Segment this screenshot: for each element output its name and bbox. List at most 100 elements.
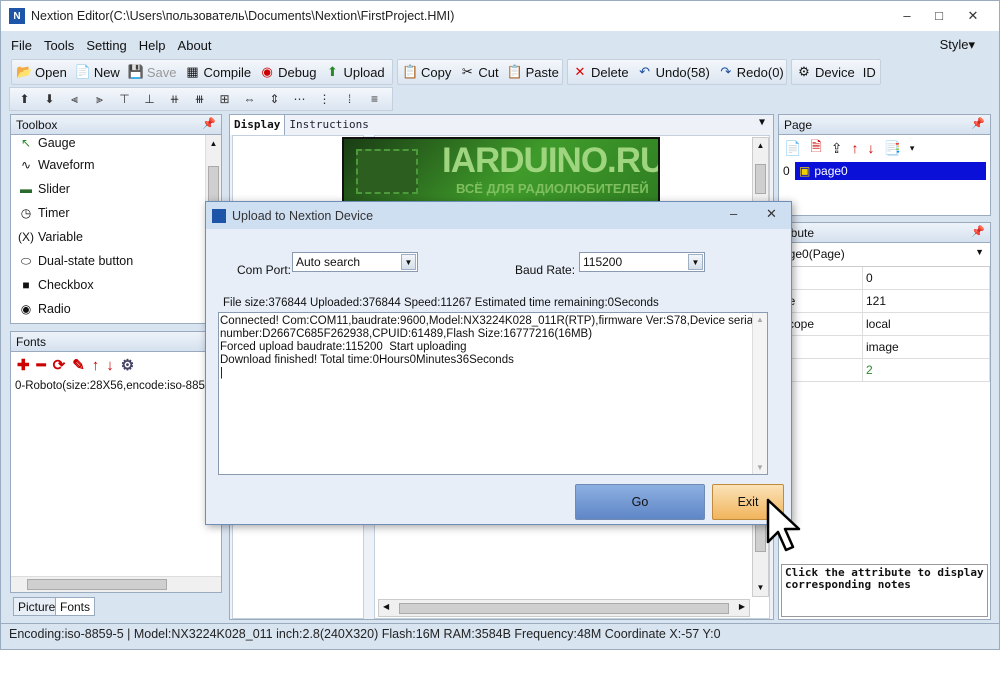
upload-log[interactable]: Connected! Com:COM11,baudrate:9600,Model… <box>218 312 768 475</box>
display-hscrollbar[interactable]: ◀ ▶ <box>378 599 750 617</box>
upload-button[interactable]: ⬆ Upload <box>324 64 385 80</box>
align-center-v-icon[interactable]: ⧻ <box>191 91 208 108</box>
page-list-item[interactable]: 0 ▣ page0 <box>779 161 990 181</box>
title-bar: N Nextion Editor(C:\Users\пользователь\D… <box>1 1 999 31</box>
com-port-label: Com Port: <box>237 263 292 277</box>
open-button[interactable]: 📂 Open <box>16 64 67 80</box>
menu-help[interactable]: Help <box>139 38 166 53</box>
delete-page-icon[interactable]: 🗎 <box>810 136 821 160</box>
undo-button[interactable]: ↶ Undo(58) <box>637 64 710 80</box>
debug-button[interactable]: ◉ Debug <box>259 64 316 80</box>
menu-tools[interactable]: Tools <box>44 38 74 53</box>
attribute-row[interactable]: pe121 <box>779 290 990 313</box>
page-more-icon[interactable]: ▾ <box>910 143 915 154</box>
align-right-icon[interactable]: ⫸ <box>91 91 108 108</box>
v-spacing-icon[interactable]: ⋮ <box>316 91 333 108</box>
attribute-row[interactable]: c2 <box>779 359 990 382</box>
move-up-icon[interactable]: ⬆ <box>16 91 33 108</box>
copy-page-icon[interactable]: 📑 <box>883 140 900 157</box>
redo-button[interactable]: ↷ Redo(0) <box>718 64 783 80</box>
align-bottom-icon[interactable]: ⊥ <box>141 91 158 108</box>
pin-icon[interactable]: 📌 <box>202 117 216 130</box>
insert-page-icon[interactable]: ⇪ <box>831 140 843 157</box>
new-button[interactable]: 📄 New <box>75 64 120 80</box>
attribute-row[interactable]: aimage <box>779 336 990 359</box>
go-button[interactable]: Go <box>575 484 705 520</box>
align-center-h-icon[interactable]: ⧺ <box>166 91 183 108</box>
pin-icon[interactable]: 📌 <box>971 225 985 238</box>
paste-button[interactable]: 📋 Paste <box>507 64 559 80</box>
com-port-select[interactable]: Auto search ▼ <box>292 252 418 272</box>
copy-button[interactable]: 📋 Copy <box>402 64 451 80</box>
h-spacing-icon[interactable]: ⋯ <box>291 91 308 108</box>
edit-font-icon[interactable]: ✎ <box>72 356 85 374</box>
add-font-icon[interactable]: ✚ <box>17 356 30 374</box>
baud-rate-select[interactable]: 115200 ▼ <box>579 252 705 272</box>
tab-instructions[interactable]: Instructions <box>285 115 372 135</box>
attribute-row[interactable]: scope local <box>779 313 990 336</box>
tool-checkbox[interactable]: ■ Checkbox <box>11 273 221 297</box>
same-width-icon[interactable]: ⇔ <box>241 91 258 108</box>
device-button[interactable]: ⚙ Device <box>796 64 855 80</box>
page-banner-image[interactable]: IARDUINO.RU ВСЁ ДЛЯ РАДИОЛЮБИТЕЛЕЙ <box>342 137 660 207</box>
dual-state-button-icon: ⬭ <box>20 253 32 268</box>
replace-font-icon[interactable]: ⟳ <box>53 356 66 374</box>
mouse-cursor-icon <box>766 498 801 552</box>
menu-bar: File Tools Setting Help About Style▾ <box>1 33 999 57</box>
close-button[interactable]: ✕ <box>963 7 983 25</box>
log-scrollbar[interactable]: ▲ ▼ <box>752 313 767 474</box>
tabs-dropdown-icon[interactable]: ▼ <box>751 115 773 135</box>
checkbox-icon: ■ <box>22 278 30 292</box>
undo-icon: ↶ <box>639 64 651 79</box>
open-folder-icon: 📂 <box>16 64 33 79</box>
dialog-close-button[interactable]: ✕ <box>766 206 777 222</box>
gear-icon: ⚙ <box>798 64 810 79</box>
menu-about[interactable]: About <box>178 38 212 53</box>
menu-style[interactable]: Style▾ <box>940 37 975 53</box>
fonts-toolbar: ✚ ━ ⟳ ✎ ↑ ↓ ⚙ <box>11 352 221 378</box>
page-up-icon[interactable]: ↑ <box>851 140 858 156</box>
tool-slider[interactable]: ▬ Slider <box>11 177 221 201</box>
distribute-h-icon[interactable]: ⁞ <box>341 91 358 108</box>
tab-display[interactable]: Display <box>230 115 286 135</box>
tool-waveform[interactable]: ∿ Waveform <box>11 153 221 177</box>
move-down-icon[interactable]: ⬇ <box>41 91 58 108</box>
tool-dual-state-button[interactable]: ⬭ Dual-state button <box>11 249 221 273</box>
save-button[interactable]: 💾 Save <box>128 64 177 80</box>
menu-file[interactable]: File <box>11 38 32 53</box>
cut-button[interactable]: ✂ Cut <box>459 64 499 80</box>
same-size-icon[interactable]: ⊞ <box>216 91 233 108</box>
delete-icon: ✕ <box>574 64 586 79</box>
dialog-minimize-button[interactable]: – <box>730 206 737 221</box>
minimize-button[interactable]: – <box>897 7 917 25</box>
attribute-row[interactable]: 0 <box>779 267 990 290</box>
fonts-hscrollbar[interactable] <box>11 576 221 592</box>
delete-button[interactable]: ✕ Delete <box>572 64 629 80</box>
same-height-icon[interactable]: ⇕ <box>266 91 283 108</box>
font-generator-icon[interactable]: ⚙ <box>121 356 134 374</box>
tab-picture[interactable]: Picture <box>13 597 61 616</box>
tab-fonts[interactable]: Fonts <box>55 597 96 616</box>
redo-icon: ↷ <box>720 64 732 79</box>
distribute-v-icon[interactable]: ≡ <box>366 91 383 108</box>
add-page-icon[interactable]: 📄 <box>784 140 801 157</box>
tool-variable[interactable]: (X) Variable <box>11 225 221 249</box>
font-entry[interactable]: 0-Roboto(size:28X56,encode:iso-8859-5 <box>11 378 221 394</box>
tool-gauge[interactable]: ↖ Gauge <box>11 135 221 153</box>
remove-font-icon[interactable]: ━ <box>37 356 46 374</box>
menu-setting[interactable]: Setting <box>86 38 126 53</box>
align-top-icon[interactable]: ⊤ <box>116 91 133 108</box>
maximize-button[interactable]: □ <box>929 7 949 25</box>
font-down-icon[interactable]: ↓ <box>106 357 114 374</box>
compile-button[interactable]: ▦ Compile <box>184 64 251 80</box>
font-up-icon[interactable]: ↑ <box>92 357 100 374</box>
align-left-icon[interactable]: ⫷ <box>66 91 83 108</box>
attribute-header: ribute 📌 <box>779 223 990 243</box>
id-button[interactable]: ID <box>863 65 876 80</box>
attribute-selector[interactable]: age0(Page) ▼ <box>779 243 990 267</box>
page-down-icon[interactable]: ↓ <box>867 140 874 156</box>
tool-radio[interactable]: ◉ Radio <box>11 297 221 321</box>
dialog-title-bar: Upload to Nextion Device – ✕ <box>206 202 791 229</box>
tool-timer[interactable]: ◷ Timer <box>11 201 221 225</box>
pin-icon[interactable]: 📌 <box>971 117 985 130</box>
